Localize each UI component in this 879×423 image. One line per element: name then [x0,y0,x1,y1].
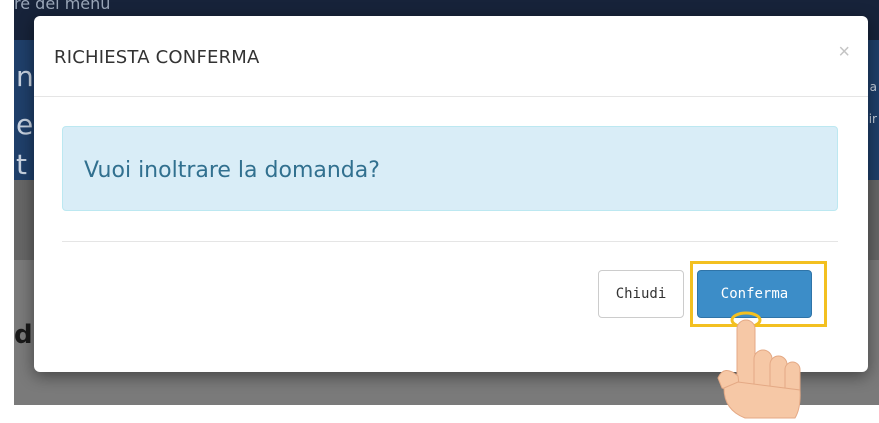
close-button[interactable]: Chiudi [598,270,684,318]
hand-pointer-icon [717,311,801,419]
backdrop-fragment-3: t [16,148,27,181]
backdrop-right-fragment-2: ir [868,112,877,126]
dialog-title: RICHIESTA CONFERMA [54,47,260,68]
close-icon[interactable]: × [838,42,850,62]
info-alert: Vuoi inoltrare la domanda? [62,126,838,211]
footer-divider [62,241,838,242]
dialog-header: RICHIESTA CONFERMA × [34,16,868,97]
backdrop-menu-text: re del menu [14,0,111,13]
confirm-message: Vuoi inoltrare la domanda? [84,158,380,183]
backdrop-right-fragment-1: a [869,80,877,94]
